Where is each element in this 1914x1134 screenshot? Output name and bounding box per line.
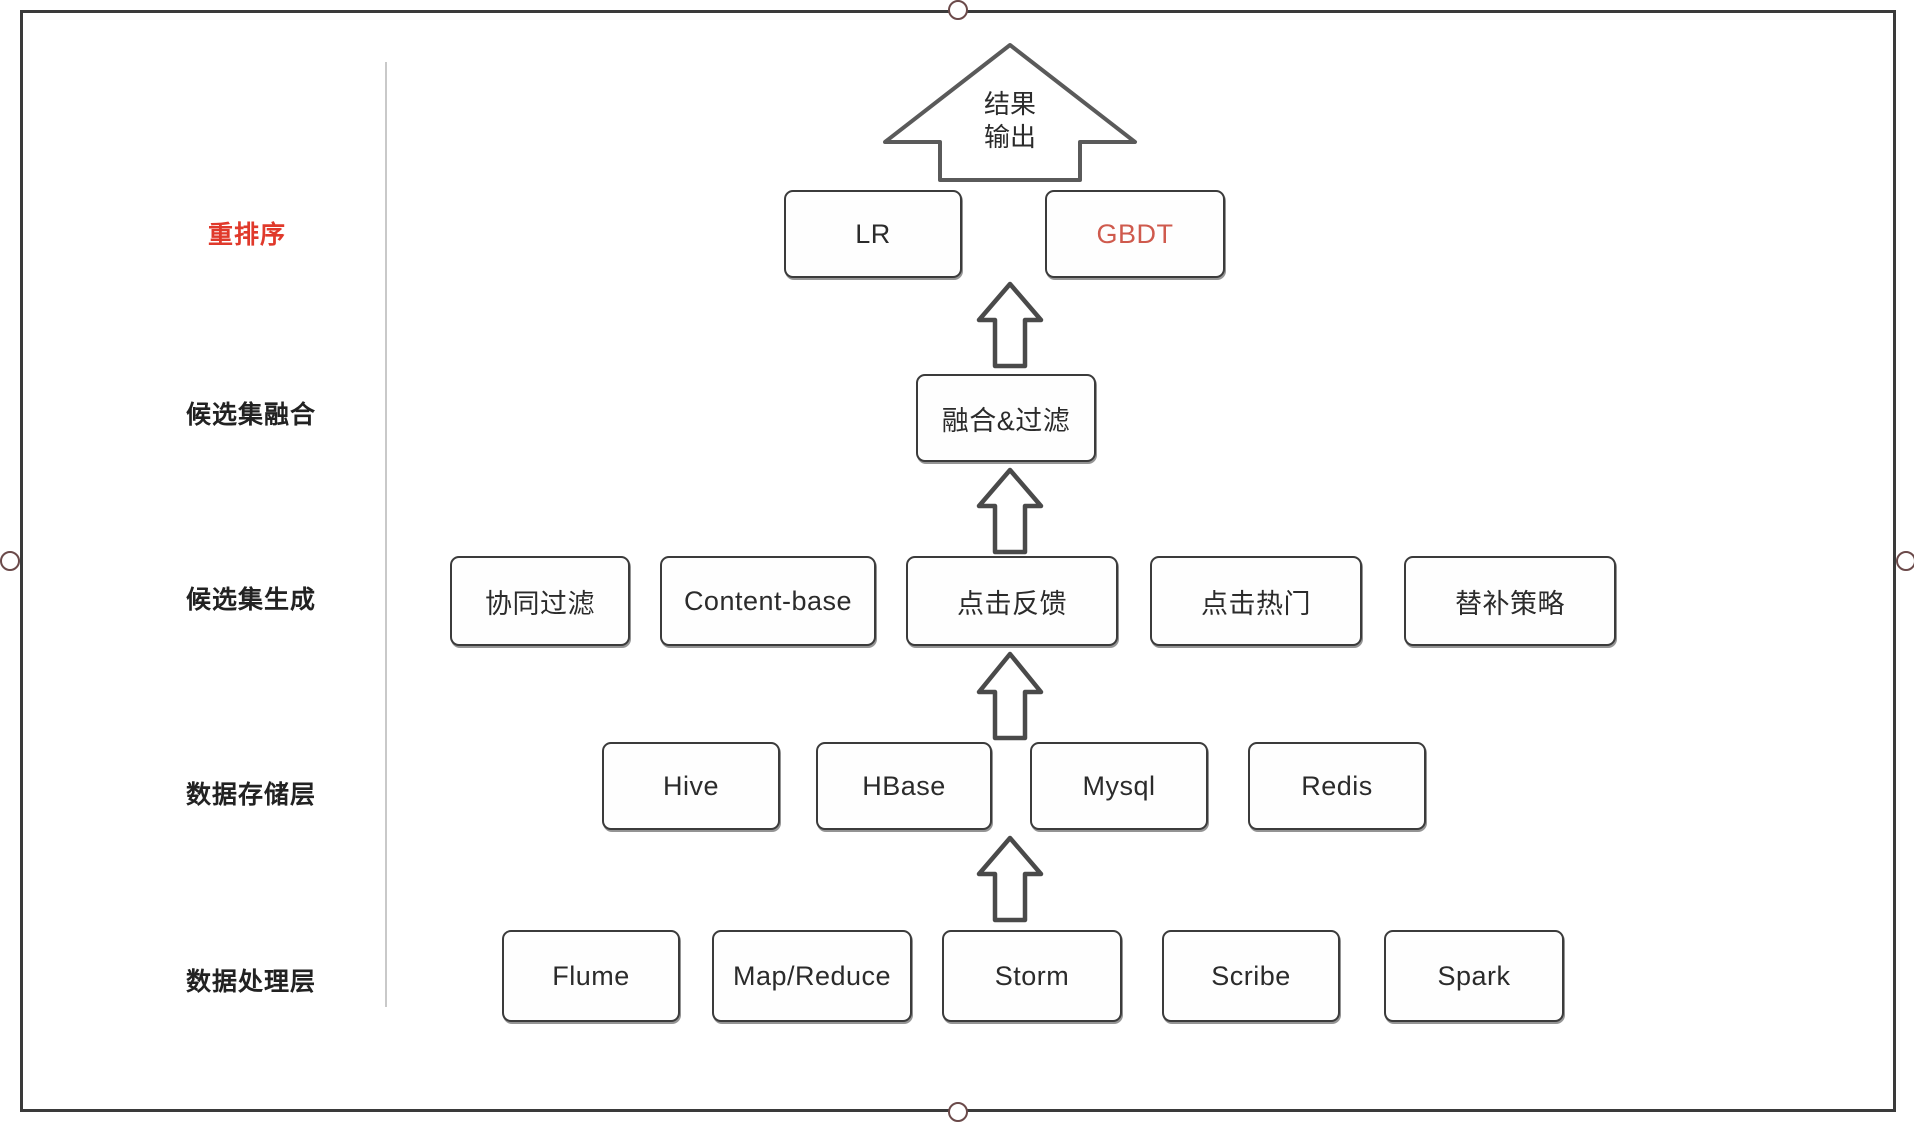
node-redis-label: Redis: [1301, 770, 1373, 801]
node-substitute-strategy[interactable]: 替补策略: [1404, 556, 1616, 646]
node-fusion-filter[interactable]: 融合&过滤: [916, 374, 1096, 462]
node-flume-label: Flume: [552, 960, 630, 991]
resize-handle-right[interactable]: [1896, 551, 1914, 571]
node-content-base[interactable]: Content-base: [660, 556, 876, 646]
node-mysql-label: Mysql: [1082, 770, 1156, 801]
node-storm-label: Storm: [994, 960, 1070, 991]
node-click-feedback-label: 点击反馈: [957, 588, 1067, 619]
node-content-base-label: Content-base: [683, 585, 853, 616]
layer-label-data-processing: 数据处理层: [186, 968, 317, 996]
node-click-popular-label: 点击热门: [1201, 588, 1311, 619]
node-click-popular[interactable]: 点击热门: [1150, 556, 1362, 646]
arrow-fusion-to-rerank: [975, 280, 1045, 370]
resize-handle-bottom[interactable]: [948, 1102, 968, 1122]
layer-label-candidate-generation: 候选集生成: [186, 586, 317, 614]
node-hbase[interactable]: HBase: [816, 742, 992, 830]
resize-handle-left[interactable]: [0, 551, 20, 571]
node-storm[interactable]: Storm: [942, 930, 1122, 1022]
node-mysql[interactable]: Mysql: [1030, 742, 1208, 830]
arrow-storage-to-candidate: [975, 650, 1045, 742]
node-scribe[interactable]: Scribe: [1162, 930, 1340, 1022]
node-map-reduce[interactable]: Map/Reduce: [712, 930, 912, 1022]
node-flume[interactable]: Flume: [502, 930, 680, 1022]
node-spark[interactable]: Spark: [1384, 930, 1564, 1022]
node-gbdt[interactable]: GBDT: [1045, 190, 1225, 278]
layer-label-rerank: 重排序: [208, 221, 287, 249]
node-lr[interactable]: LR: [784, 190, 962, 278]
node-hive-label: Hive: [662, 770, 719, 801]
layer-divider: [385, 62, 387, 1007]
node-scribe-label: Scribe: [1211, 960, 1291, 991]
layer-label-candidate-fusion: 候选集融合: [186, 401, 317, 429]
node-redis[interactable]: Redis: [1248, 742, 1426, 830]
node-map-reduce-label: Map/Reduce: [732, 960, 892, 991]
result-output-label: 结果 输出: [983, 89, 1036, 153]
node-fusion-filter-label: 融合&过滤: [941, 405, 1071, 436]
node-click-feedback[interactable]: 点击反馈: [906, 556, 1118, 646]
node-gbdt-label: GBDT: [1096, 218, 1174, 249]
node-collaborative-filtering-label: 协同过滤: [485, 588, 595, 619]
arrow-candidate-to-fusion: [975, 466, 1045, 556]
node-spark-label: Spark: [1437, 960, 1511, 991]
node-hbase-label: HBase: [862, 770, 946, 801]
node-hive[interactable]: Hive: [602, 742, 780, 830]
node-collaborative-filtering[interactable]: 协同过滤: [450, 556, 630, 646]
node-substitute-strategy-label: 替补策略: [1455, 588, 1565, 619]
resize-handle-top[interactable]: [948, 0, 968, 20]
diagram-canvas: 重排序 候选集融合 候选集生成 数据存储层 数据处理层 结果 输出 LR GBD…: [0, 0, 1914, 1134]
arrow-processing-to-storage: [975, 834, 1045, 924]
layer-label-data-storage: 数据存储层: [186, 781, 317, 809]
node-lr-label: LR: [855, 218, 891, 249]
